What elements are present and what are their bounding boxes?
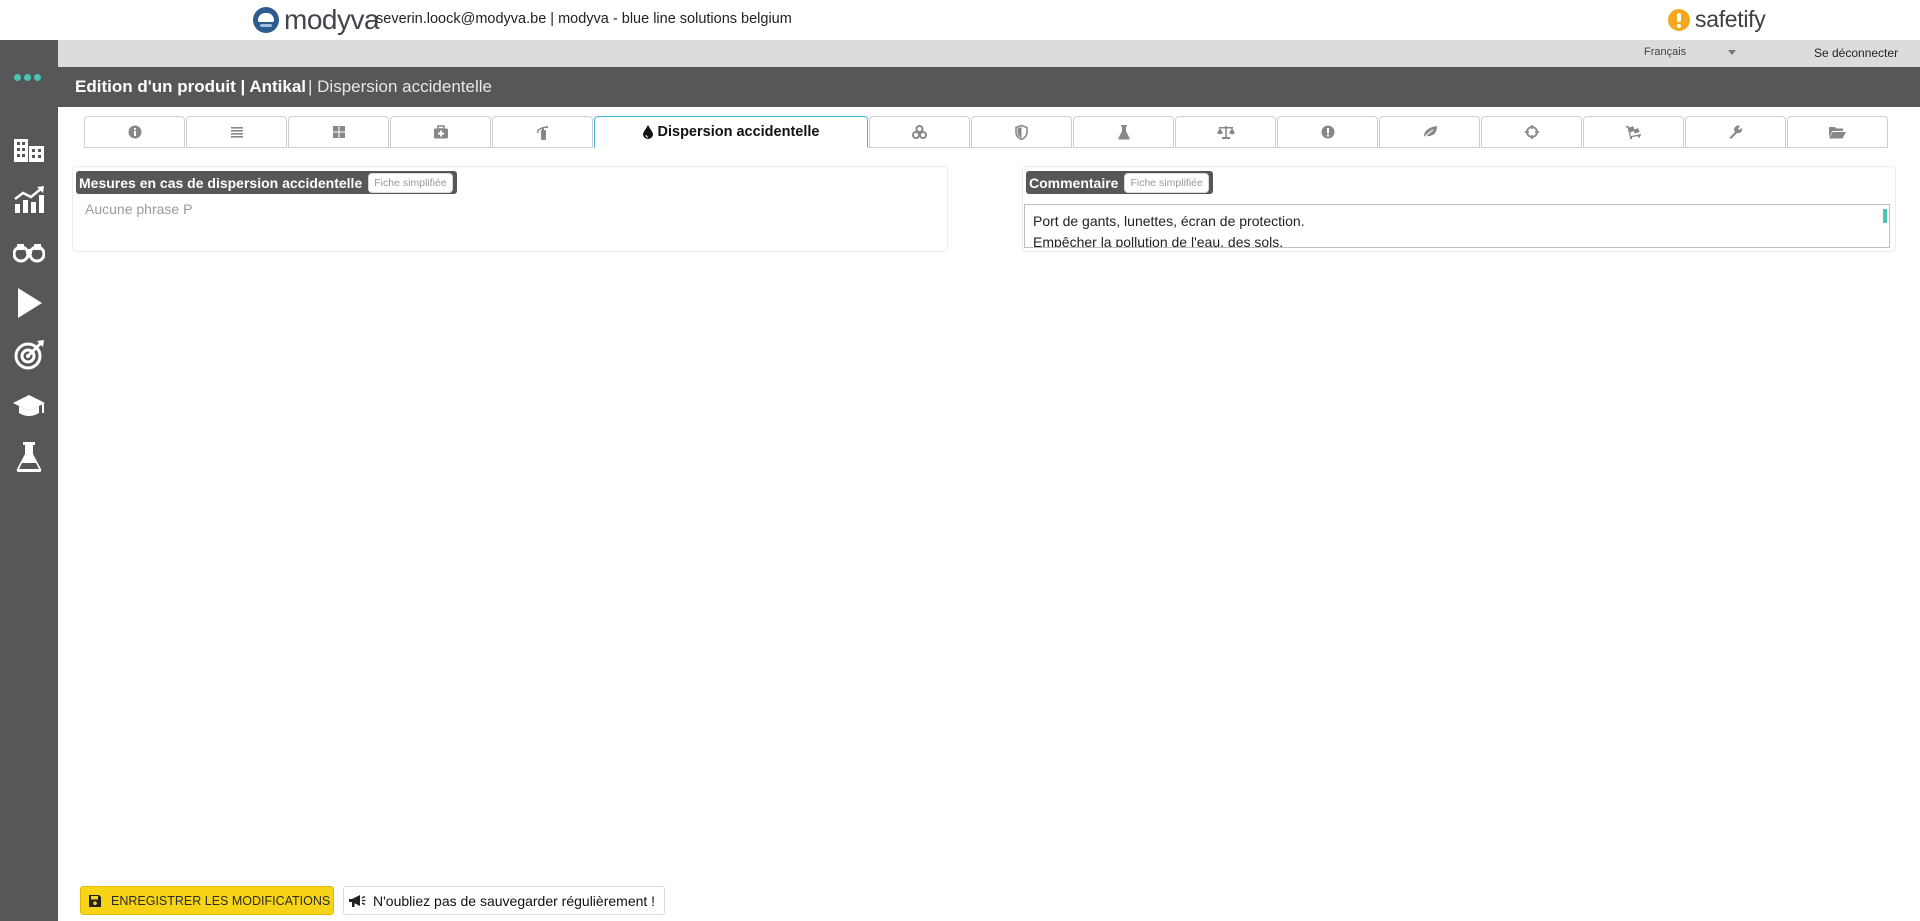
title-bar: Edition d'un produit | Antikal | Dispers…	[58, 67, 1920, 107]
page-title: Edition d'un produit | Antikal	[75, 77, 307, 96]
comment-panel-title: Commentaire	[1029, 174, 1119, 191]
crosshair-icon	[1524, 125, 1539, 139]
product-brand: safetify	[1695, 6, 1766, 32]
binoculars-icon[interactable]	[12, 235, 46, 269]
flask-icon[interactable]	[12, 440, 46, 474]
simplified-sheet-button[interactable]: Fiche simplifiée	[1124, 172, 1209, 193]
reminder-text: N'oubliez pas de sauvegarder régulièreme…	[373, 892, 656, 909]
tab-accidental-release[interactable]: Dispersion accidentelle	[594, 116, 868, 148]
measures-panel: Mesures en cas de dispersion accidentell…	[72, 166, 948, 252]
target-icon[interactable]	[12, 338, 46, 372]
menu-dots-icon[interactable]	[14, 74, 44, 84]
measures-panel-title: Mesures en cas de dispersion accidentell…	[79, 174, 363, 191]
safetify-logo-icon	[1668, 8, 1690, 31]
chart-growth-icon[interactable]	[12, 183, 46, 217]
warning-icon	[1321, 125, 1335, 139]
bullhorn-icon	[348, 894, 366, 908]
drop-icon	[642, 125, 653, 139]
folder-open-icon	[1829, 126, 1846, 139]
tab-stability[interactable]	[1175, 116, 1276, 148]
page-subtitle: | Dispersion accidentelle	[308, 77, 492, 96]
language-value: Français	[1644, 46, 1687, 58]
play-icon[interactable]	[12, 286, 46, 320]
wrench-icon	[1729, 125, 1743, 139]
cart-icon	[1625, 125, 1642, 139]
empty-phrase-text: Aucune phrase P	[85, 201, 193, 217]
info-icon	[128, 125, 142, 139]
tab-toxicology[interactable]	[1277, 116, 1378, 148]
safetify-logo: safetify	[1668, 6, 1766, 33]
comment-line: Empêcher la pollution de l'eau, des sols…	[1033, 234, 1284, 248]
tab-documents[interactable]	[1787, 116, 1888, 148]
tab-ecology[interactable]	[1379, 116, 1480, 148]
floppy-disk-icon	[89, 894, 101, 907]
language-bar: Français Se déconnecter	[58, 40, 1920, 67]
tab-properties[interactable]	[1073, 116, 1174, 148]
top-bar: modyva severin.loock@modyva.be | modyva …	[0, 0, 1920, 40]
comment-panel-header: Commentaire Fiche simplifiée	[1026, 171, 1213, 194]
language-select[interactable]: Français	[1644, 46, 1736, 61]
tab-label: Dispersion accidentelle	[657, 124, 820, 140]
scrollbar[interactable]	[1883, 209, 1887, 223]
modyva-logo[interactable]: modyva	[253, 4, 380, 35]
modyva-logo-icon	[253, 7, 279, 33]
sidebar	[0, 40, 58, 921]
tab-regulations[interactable]	[1685, 116, 1786, 148]
first-aid-icon	[433, 125, 449, 139]
comment-line: Port de gants, lunettes, écran de protec…	[1033, 213, 1305, 229]
tab-fire[interactable]	[492, 116, 593, 148]
graduation-cap-icon[interactable]	[12, 389, 46, 423]
leaf-icon	[1422, 125, 1438, 139]
user-info: severin.loock@modyva.be | modyva - blue …	[376, 11, 792, 27]
tab-protection[interactable]	[971, 116, 1072, 148]
simplified-sheet-button[interactable]: Fiche simplifiée	[368, 172, 453, 193]
extinguisher-icon	[536, 125, 550, 140]
brand-name: modyva	[284, 4, 380, 35]
tab-info[interactable]	[84, 116, 185, 148]
tab-composition[interactable]	[186, 116, 287, 148]
measures-panel-header: Mesures en cas de dispersion accidentell…	[76, 171, 457, 194]
shield-icon	[1015, 124, 1028, 140]
buildings-icon[interactable]	[12, 132, 46, 166]
list-icon	[230, 125, 244, 139]
chevron-down-icon	[1728, 50, 1736, 55]
biohazard-icon	[912, 125, 927, 139]
tab-transport[interactable]	[1583, 116, 1684, 148]
grid-icon	[332, 125, 346, 139]
save-reminder: N'oubliez pas de sauvegarder régulièreme…	[343, 886, 665, 915]
logout-link[interactable]: Se déconnecter	[1814, 46, 1898, 60]
comment-panel: Commentaire Fiche simplifiée Port de gan…	[1022, 166, 1896, 252]
save-button[interactable]: ENREGISTRER LES MODIFICATIONS	[80, 886, 334, 915]
tab-first-aid[interactable]	[390, 116, 491, 148]
section-tabs: Dispersion accidentelle	[84, 116, 1889, 148]
scale-icon	[1216, 125, 1235, 139]
tab-disposal[interactable]	[1481, 116, 1582, 148]
comment-textarea[interactable]: Port de gants, lunettes, écran de protec…	[1024, 204, 1890, 248]
tab-grid[interactable]	[288, 116, 389, 148]
save-button-label: ENREGISTRER LES MODIFICATIONS	[111, 893, 331, 908]
flask-icon	[1117, 124, 1130, 140]
tab-handling[interactable]	[869, 116, 970, 148]
